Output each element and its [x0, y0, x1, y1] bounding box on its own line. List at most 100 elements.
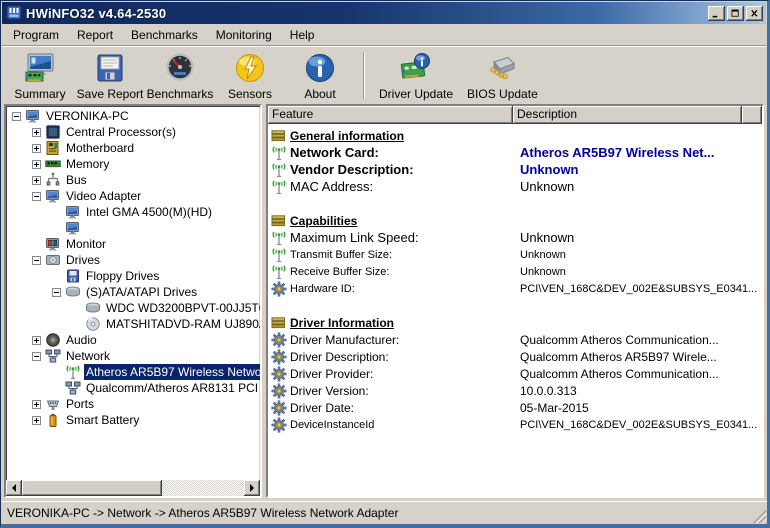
- expand-toggle[interactable]: [32, 400, 45, 409]
- expand-toggle[interactable]: [32, 160, 45, 169]
- expand-toggle[interactable]: [32, 144, 45, 153]
- expand-toggle[interactable]: [32, 416, 45, 425]
- toolbar-separator: [363, 52, 365, 99]
- drives-icon: [45, 252, 61, 268]
- detail-row-mac-address: MAC Address:Unknown: [268, 178, 762, 195]
- save-report-button[interactable]: Save Report: [75, 51, 145, 101]
- tree-item-memory[interactable]: Memory: [6, 156, 260, 172]
- description-cell: PCI\VEN_168C&DEV_002E&SUBSYS_E0341...: [517, 419, 762, 431]
- tree-item-monitor[interactable]: Monitor: [6, 236, 260, 252]
- tree-item-label: Monitor: [64, 236, 108, 252]
- network-icon: [65, 380, 81, 396]
- tree-item-network[interactable]: Network: [6, 348, 260, 364]
- tree-item-motherboard[interactable]: Motherboard: [6, 140, 260, 156]
- benchmarks-icon: [164, 52, 196, 84]
- feature-cell: DeviceInstanceId: [290, 419, 517, 431]
- hardware-tree: VERONIKA-PCCentral Processor(s)Motherboa…: [6, 106, 260, 480]
- tree-item-video-adapter[interactable]: Video Adapter: [6, 188, 260, 204]
- expand-toggle[interactable]: [32, 176, 45, 185]
- tree-item-label: Central Processor(s): [64, 124, 178, 140]
- tree-item-floppy-drives[interactable]: Floppy Drives: [6, 268, 260, 284]
- hwinfo-logo-icon: [6, 5, 22, 21]
- sensors-icon: [234, 52, 266, 84]
- audio-icon: [45, 332, 61, 348]
- expand-toggle[interactable]: [32, 192, 45, 201]
- bios-update-button[interactable]: BIOS Update: [460, 51, 545, 101]
- gear-icon: [271, 417, 287, 433]
- description-cell: Unknown: [517, 266, 762, 278]
- section-icon: [271, 213, 287, 229]
- tree-item-atheros-ar5b97-wireless-network-adapter[interactable]: Atheros AR5B97 Wireless Network Adapter: [6, 364, 260, 380]
- tree-horizontal-scrollbar[interactable]: [6, 480, 260, 496]
- scrollbar-thumb[interactable]: [22, 480, 162, 496]
- menu-benchmarks[interactable]: Benchmarks: [122, 26, 207, 44]
- column-header-description[interactable]: Description: [513, 106, 742, 124]
- expand-toggle[interactable]: [32, 256, 45, 265]
- benchmarks-button[interactable]: Benchmarks: [145, 51, 215, 101]
- motherboard-icon: [45, 140, 61, 156]
- tree-item-bus[interactable]: Bus: [6, 172, 260, 188]
- sensors-label: Sensors: [228, 87, 272, 101]
- maximize-button[interactable]: [727, 6, 744, 21]
- column-header-filler: [742, 106, 762, 124]
- wireless-icon: [65, 364, 81, 380]
- tree-item-veronika-pc[interactable]: VERONIKA-PC: [6, 108, 260, 124]
- expand-toggle[interactable]: [32, 352, 45, 361]
- detail-row-transmit-buffer-size: Transmit Buffer Size:Unknown: [268, 246, 762, 263]
- gear-icon: [271, 400, 287, 416]
- tree-item-label: Qualcomm/Atheros AR8131 PCI: [84, 380, 260, 396]
- titlebar: HWiNFO32 v4.64-2530: [2, 2, 766, 24]
- expand-toggle[interactable]: [32, 336, 45, 345]
- menu-monitoring[interactable]: Monitoring: [207, 26, 281, 44]
- expand-toggle[interactable]: [32, 128, 45, 137]
- app-window: HWiNFO32 v4.64-2530 ProgramReportBenchma…: [0, 0, 770, 528]
- statusbar: VERONIKA-PC -> Network -> Atheros AR5B97…: [1, 501, 767, 524]
- tree-item-matshitadvd-ram-uj890a[interactable]: MATSHITADVD-RAM UJ890A: [6, 316, 260, 332]
- tree-item-label: Smart Battery: [64, 412, 141, 428]
- tree-item-central-processor-s[interactable]: Central Processor(s): [6, 124, 260, 140]
- scroll-right-button[interactable]: [244, 480, 260, 496]
- tree-item-ports[interactable]: Ports: [6, 396, 260, 412]
- detail-row-network-card: Network Card:Atheros AR5B97 Wireless Net…: [268, 144, 762, 161]
- menu-report[interactable]: Report: [68, 26, 122, 44]
- scroll-left-button[interactable]: [6, 480, 22, 496]
- tree-item-qualcomm-atheros-ar8131-pci[interactable]: Qualcomm/Atheros AR8131 PCI: [6, 380, 260, 396]
- expand-toggle[interactable]: [12, 112, 25, 121]
- tree-item-drives[interactable]: Drives: [6, 252, 260, 268]
- tree-item-intel-gma-4500-m-hd[interactable]: Intel GMA 4500(M)(HD): [6, 204, 260, 220]
- section-icon: [271, 128, 287, 144]
- summary-button[interactable]: Summary: [5, 51, 75, 101]
- tree-item-audio[interactable]: Audio: [6, 332, 260, 348]
- tree-item-wdc-wd3200bpvt-00jj5t0[interactable]: WDC WD3200BPVT-00JJ5T0: [6, 300, 260, 316]
- expand-toggle[interactable]: [52, 288, 65, 297]
- resize-grip[interactable]: [753, 510, 766, 523]
- tree-item-label: Drives: [64, 252, 102, 268]
- sensors-button[interactable]: Sensors: [215, 51, 285, 101]
- menu-help[interactable]: Help: [281, 26, 324, 44]
- detail-spacer-row: [268, 297, 762, 314]
- toolbar: SummarySave ReportBenchmarks Sensors About…: [1, 47, 767, 102]
- gear-icon: [271, 281, 287, 297]
- tree-item-label: Ports: [64, 396, 96, 412]
- feature-cell: Driver Description:: [290, 350, 517, 364]
- close-button[interactable]: [746, 6, 763, 21]
- tree-item-blank[interactable]: [6, 220, 260, 236]
- description-cell: Unknown: [517, 230, 762, 245]
- ports-icon: [45, 396, 61, 412]
- tree-item-s-ata-atapi-drives[interactable]: (S)ATA/ATAPI Drives: [6, 284, 260, 300]
- main-area: VERONIKA-PCCentral Processor(s)Motherboa…: [1, 102, 767, 501]
- feature-cell: Transmit Buffer Size:: [290, 249, 517, 261]
- driver-update-label: Driver Update: [379, 87, 453, 101]
- menu-program[interactable]: Program: [4, 26, 68, 44]
- description-cell: Unknown: [517, 162, 762, 177]
- minimize-button[interactable]: [708, 6, 725, 21]
- feature-cell: Receive Buffer Size:: [290, 266, 517, 278]
- scrollbar-track[interactable]: [162, 480, 244, 496]
- column-header-feature[interactable]: Feature: [268, 106, 513, 124]
- status-text: VERONIKA-PC -> Network -> Atheros AR5B97…: [7, 506, 398, 520]
- tree-item-smart-battery[interactable]: Smart Battery: [6, 412, 260, 428]
- wireless-icon: [271, 264, 287, 280]
- about-button[interactable]: About: [285, 51, 355, 101]
- description-cell: Unknown: [517, 249, 762, 261]
- driver-update-button[interactable]: Driver Update: [372, 51, 460, 101]
